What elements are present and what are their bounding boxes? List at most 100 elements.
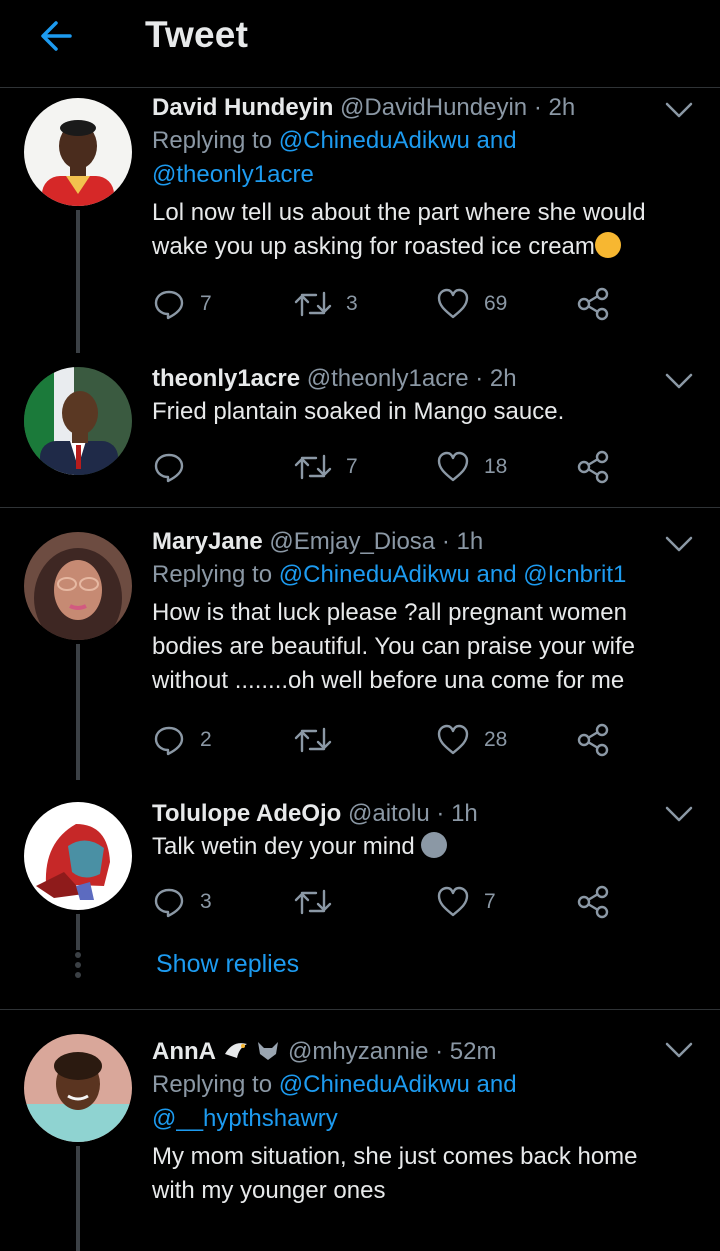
avatar[interactable] xyxy=(24,367,132,475)
user-handle[interactable]: @theonly1acre xyxy=(307,365,469,392)
retweet-button[interactable] xyxy=(294,720,332,760)
display-name[interactable]: AnnA xyxy=(152,1038,216,1065)
timestamp[interactable]: 52m xyxy=(450,1038,497,1065)
avatar[interactable] xyxy=(24,98,132,206)
retweet-count: 7 xyxy=(346,455,358,478)
dot-separator: · xyxy=(429,800,452,827)
avatar[interactable] xyxy=(24,532,132,640)
reply-count: 3 xyxy=(200,890,212,913)
display-name[interactable]: Tolulope AdeOjo xyxy=(152,800,341,827)
display-name[interactable]: MaryJane xyxy=(152,528,263,555)
retweet-icon xyxy=(294,889,332,915)
mention-and[interactable]: and xyxy=(470,1071,517,1098)
chevron-down-icon[interactable] xyxy=(664,371,694,391)
share-icon xyxy=(577,287,609,321)
mention-and[interactable]: and xyxy=(470,127,517,154)
thread-dots xyxy=(74,952,82,982)
tweet-actions: 7 3 69 xyxy=(152,284,622,324)
retweet-icon xyxy=(294,727,332,753)
avatar[interactable] xyxy=(24,1034,132,1142)
chevron-down-icon[interactable] xyxy=(664,1040,694,1060)
dot-separator: · xyxy=(435,528,457,555)
chevron-down-icon[interactable] xyxy=(664,804,694,824)
tweet-anna[interactable]: AnnA @mhyzannie · 52m Replying to @Chine… xyxy=(0,1010,720,1251)
timestamp[interactable]: 1h xyxy=(456,528,483,555)
tweet-tolulope-adeojo[interactable]: Tolulope AdeOjo @aitolu · 1h Talk wetin … xyxy=(0,780,720,1009)
share-button[interactable] xyxy=(576,447,610,487)
tweet-header: David Hundeyin @DavidHundeyin · 2h xyxy=(152,92,680,124)
display-name[interactable]: David Hundeyin xyxy=(152,94,333,121)
show-replies-link[interactable]: Show replies xyxy=(156,950,299,979)
retweet-icon xyxy=(294,291,332,317)
back-arrow-icon[interactable] xyxy=(36,16,76,56)
retweet-button[interactable]: 7 xyxy=(294,447,358,487)
user-handle[interactable]: @aitolu xyxy=(348,800,430,827)
chevron-down-icon[interactable] xyxy=(664,534,694,554)
tweet-text: My mom situation, she just comes back ho… xyxy=(152,1140,680,1208)
hand-over-mouth-emoji-icon xyxy=(594,232,621,258)
like-button[interactable]: 69 xyxy=(436,284,507,324)
tweet-actions: 2 28 xyxy=(152,720,622,760)
tweet-text-line: Talk wetin dey your mind xyxy=(152,833,415,860)
share-button[interactable] xyxy=(576,882,610,922)
tweet-header: theonly1acre @theonly1acre · 2h xyxy=(152,363,680,395)
timestamp[interactable]: 2h xyxy=(548,94,575,121)
reply-count: 2 xyxy=(200,728,212,751)
mention-link[interactable]: @theonly1acre xyxy=(152,161,314,188)
retweet-button[interactable] xyxy=(294,882,332,922)
mention-and[interactable]: and xyxy=(470,561,523,588)
reply-button[interactable]: 2 xyxy=(152,720,212,760)
slightly-smiling-emoji-icon xyxy=(421,832,448,858)
mention-link[interactable]: @ChineduAdikwu xyxy=(279,127,470,154)
dot-separator: · xyxy=(428,1038,450,1065)
dot-separator: · xyxy=(468,365,490,392)
tweet-maryjane[interactable]: MaryJane @Emjay_Diosa · 1h Replying to @… xyxy=(0,508,720,780)
replying-to-prefix: Replying to xyxy=(152,561,279,588)
user-handle[interactable]: @Emjay_Diosa xyxy=(269,528,435,555)
like-button[interactable]: 18 xyxy=(436,447,507,487)
replying-to-prefix: Replying to xyxy=(152,127,279,154)
like-count: 69 xyxy=(484,292,508,315)
like-button[interactable]: 7 xyxy=(436,882,496,922)
retweet-button[interactable]: 3 xyxy=(294,284,358,324)
reply-button[interactable]: 3 xyxy=(152,882,212,922)
tweet-theonly1acre[interactable]: theonly1acre @theonly1acre · 2h Fried pl… xyxy=(0,353,720,507)
heart-icon xyxy=(437,724,469,755)
tweet-text: Talk wetin dey your mind xyxy=(152,830,680,864)
tweet-header: Tolulope AdeOjo @aitolu · 1h xyxy=(152,798,680,830)
mention-link[interactable]: @Icnbrit1 xyxy=(523,561,626,588)
chevron-down-icon[interactable] xyxy=(664,100,694,120)
like-button[interactable]: 28 xyxy=(436,720,507,760)
mention-link[interactable]: @ChineduAdikwu xyxy=(279,561,470,588)
tweet-david-hundeyin[interactable]: David Hundeyin @DavidHundeyin · 2h Reply… xyxy=(0,88,720,353)
tweet-text-line: Lol now tell us about the part where she… xyxy=(152,199,646,226)
thread-line xyxy=(76,914,80,950)
user-handle[interactable]: @DavidHundeyin xyxy=(340,94,527,121)
reply-icon xyxy=(154,290,184,320)
reply-icon xyxy=(154,453,184,483)
reply-button[interactable] xyxy=(152,447,186,487)
thread-line xyxy=(76,210,80,353)
avatar[interactable] xyxy=(24,802,132,910)
reply-icon xyxy=(154,888,184,918)
tweet-actions: 3 7 xyxy=(152,882,622,922)
heart-icon xyxy=(437,451,469,482)
tweet-text-line: bodies are beautiful. You can praise you… xyxy=(152,633,635,660)
share-icon xyxy=(577,450,609,484)
user-handle[interactable]: @mhyzannie xyxy=(288,1038,428,1065)
like-count: 28 xyxy=(484,728,508,751)
tweet-actions: 7 18 xyxy=(152,447,622,487)
mention-link[interactable]: @__hypthshawry xyxy=(152,1105,338,1132)
dot-separator: · xyxy=(527,94,549,121)
mention-link[interactable]: @ChineduAdikwu xyxy=(279,1071,470,1098)
timestamp[interactable]: 1h xyxy=(451,800,478,827)
tweet-header: AnnA @mhyzannie · 52m xyxy=(152,1036,680,1068)
share-button[interactable] xyxy=(576,720,610,760)
share-button[interactable] xyxy=(576,284,610,324)
wolf-emoji-icon xyxy=(258,1042,279,1060)
timestamp[interactable]: 2h xyxy=(490,365,517,392)
reply-button[interactable]: 7 xyxy=(152,284,212,324)
display-name[interactable]: theonly1acre xyxy=(152,365,300,392)
retweet-count: 3 xyxy=(346,292,358,315)
reply-icon xyxy=(154,726,184,756)
